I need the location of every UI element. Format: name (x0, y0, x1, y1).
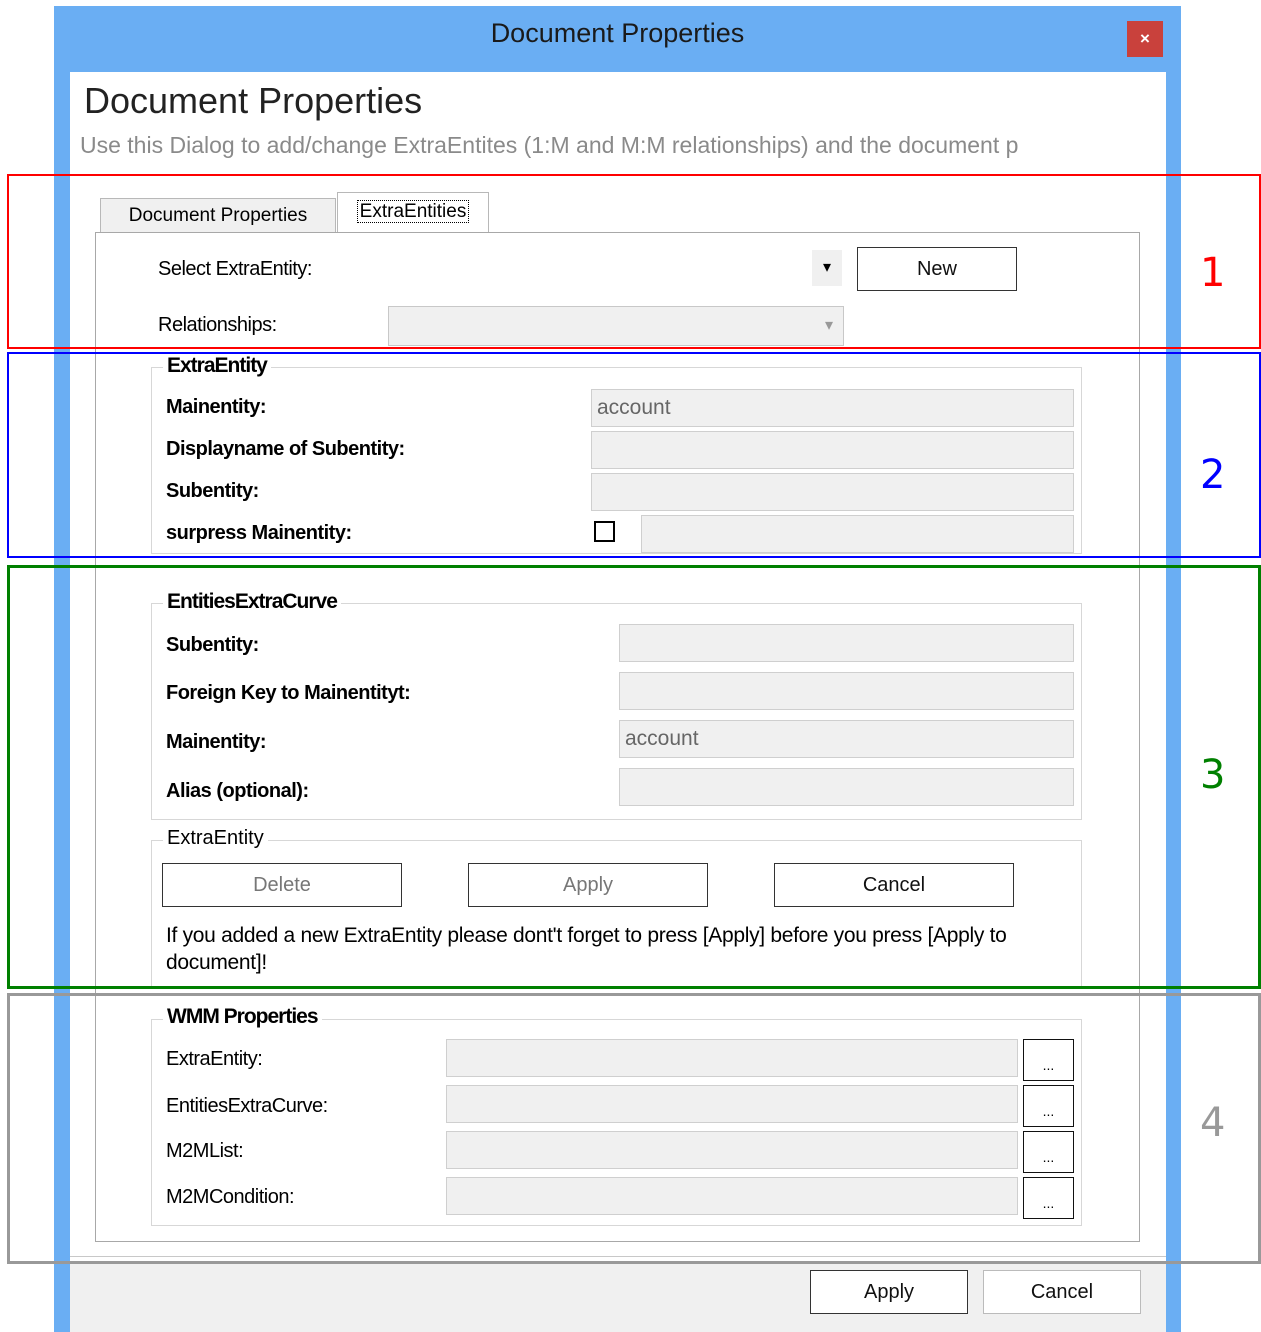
footer-apply-button[interactable]: Apply (810, 1270, 968, 1314)
annotation-label-2: 2 (1200, 452, 1226, 498)
annotation-label-1: 1 (1200, 250, 1226, 296)
close-button[interactable]: × (1127, 21, 1163, 57)
footer-cancel-button[interactable]: Cancel (983, 1270, 1141, 1314)
page-title: Document Properties (84, 80, 423, 121)
window-title: Document Properties (490, 18, 745, 48)
annotation-box-1 (7, 174, 1261, 349)
annotation-box-3 (7, 565, 1261, 989)
annotation-box-2 (7, 352, 1261, 558)
annotation-label-4: 4 (1200, 1100, 1226, 1146)
annotation-label-3: 3 (1200, 752, 1226, 798)
page-subtitle: Use this Dialog to add/change ExtraEntit… (80, 132, 1019, 158)
annotation-box-4 (7, 993, 1261, 1264)
